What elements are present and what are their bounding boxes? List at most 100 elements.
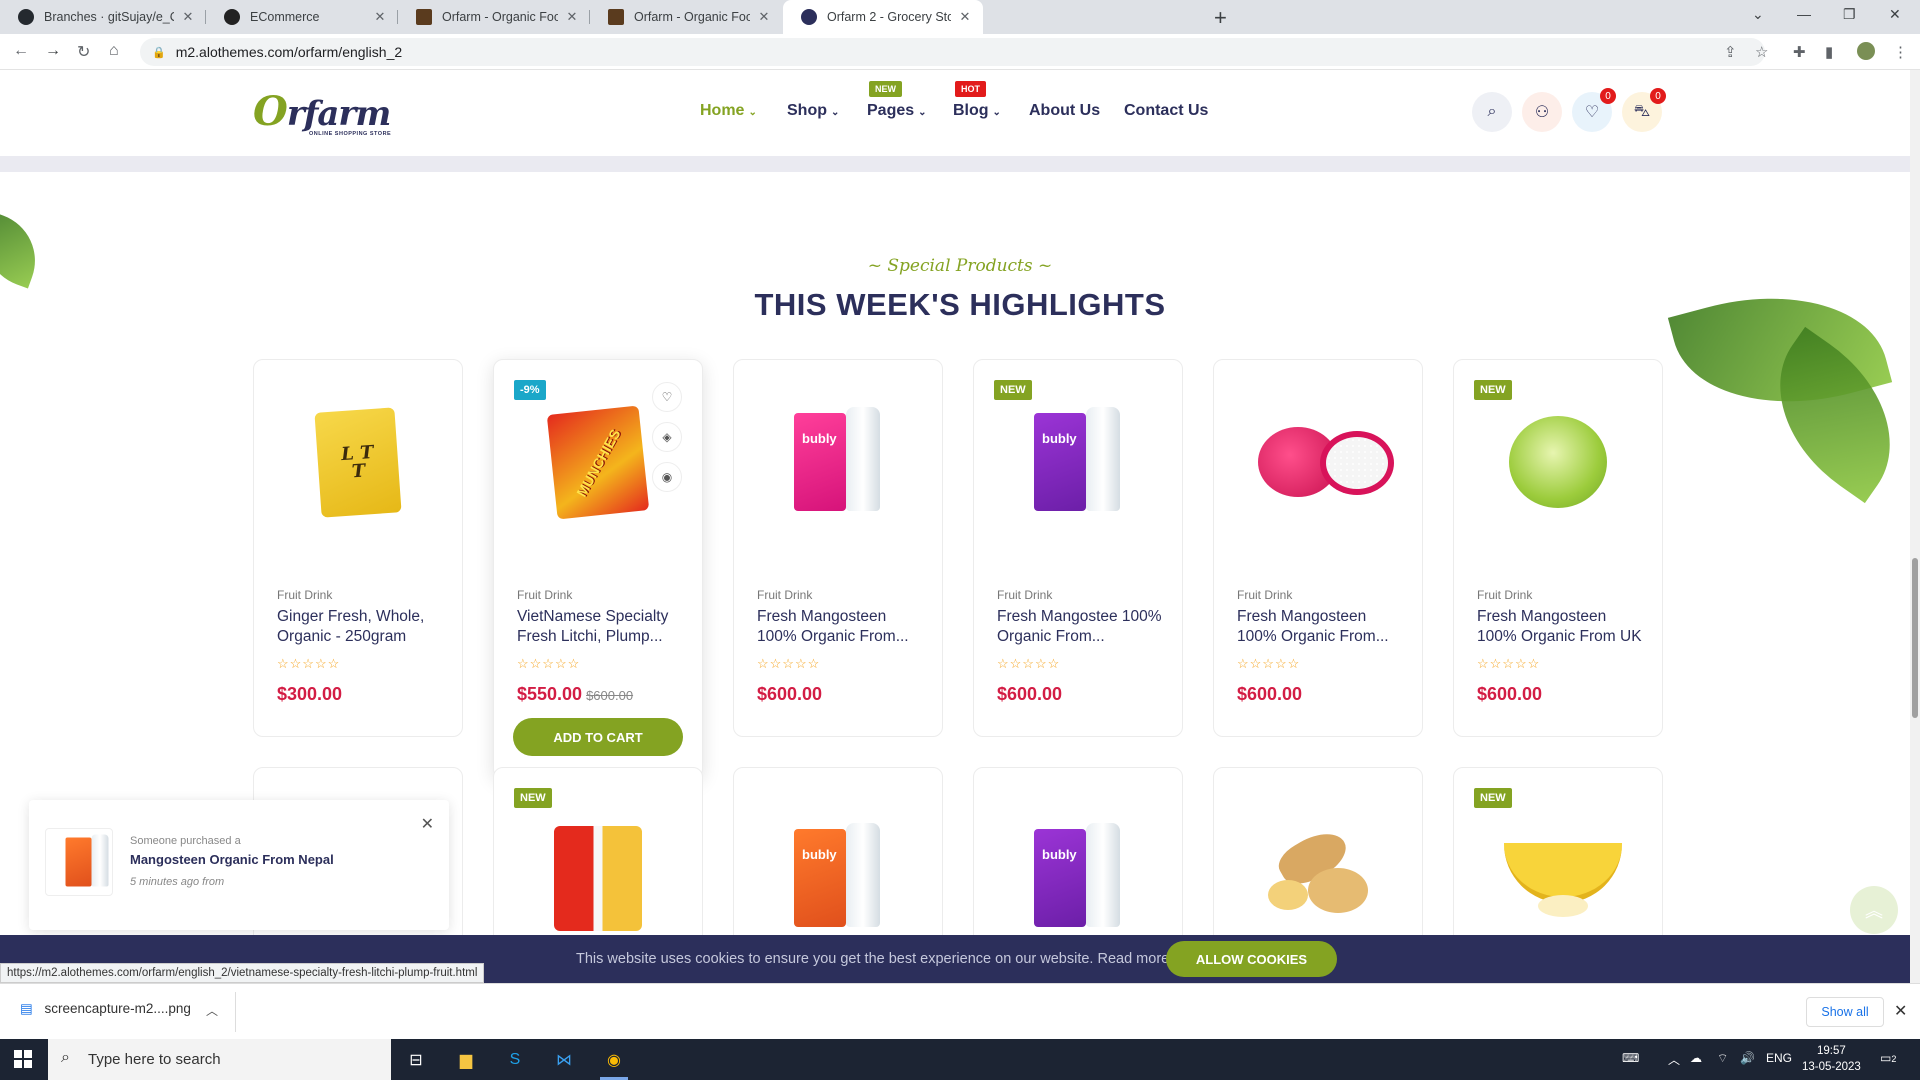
keyboard-icon[interactable]: ⌨ <box>1622 1051 1639 1065</box>
forward-icon[interactable]: → <box>45 42 61 60</box>
scroll-to-top-button[interactable]: ︽ <box>1850 886 1898 934</box>
reload-icon[interactable]: ↻ <box>77 42 90 62</box>
volume-icon[interactable]: 🔊 <box>1740 1051 1755 1065</box>
side-panel-icon[interactable]: ▮ <box>1825 43 1833 61</box>
logo-letter: O <box>253 88 288 135</box>
drink-box-orange-icon[interactable]: bubly <box>778 818 898 938</box>
add-to-cart-button[interactable]: ADD TO CART <box>513 718 683 756</box>
product-name[interactable]: Fresh Mangostee 100% Organic From... <box>997 607 1167 647</box>
scrollbar-thumb[interactable] <box>1912 558 1918 718</box>
product-name[interactable]: Ginger Fresh, Whole, Organic - 250gram <box>277 607 447 647</box>
close-icon[interactable]: ✕ <box>372 9 388 25</box>
product-name[interactable]: Fresh Mangosteen 100% Organic From... <box>1237 607 1407 647</box>
show-all-button[interactable]: Show all <box>1806 997 1884 1027</box>
wishlist-button[interactable]: ♡ 0 <box>1572 88 1616 132</box>
quick-view-eye-icon[interactable]: ◉ <box>652 462 682 492</box>
product-name[interactable]: VietNamese Specialty Fresh Litchi, Plump… <box>517 607 687 647</box>
browser-tab-4[interactable]: Orfarm - Organic Food Magento ✕ <box>590 0 782 34</box>
product-name[interactable]: Fresh Mangosteen 100% Organic From UK <box>1477 607 1647 647</box>
nav-label: Contact Us <box>1124 102 1209 119</box>
site-logo[interactable]: Orfarm ONLINE SHOPPING STORE <box>253 88 391 137</box>
browser-menu-icon[interactable]: ⋮ <box>1893 43 1908 61</box>
new-tab-button[interactable]: + <box>1214 5 1227 31</box>
dragon-fruit-icon[interactable] <box>1258 402 1394 522</box>
bookmark-star-icon[interactable]: ☆ <box>1755 43 1768 61</box>
chrome-icon[interactable]: ◉ <box>594 1045 634 1080</box>
divider <box>235 992 236 1032</box>
skype-icon[interactable]: S <box>495 1045 535 1075</box>
tab-search-icon[interactable]: ⌄ <box>1752 6 1764 23</box>
drink-box-purple-icon[interactable]: bubly <box>1018 818 1138 938</box>
product-card[interactable]: Fruit Drink Fresh Mangosteen 100% Organi… <box>1213 359 1423 737</box>
back-icon[interactable]: ← <box>13 42 29 60</box>
windows-start-icon[interactable] <box>14 1050 32 1068</box>
nav-about-us[interactable]: About Us <box>1029 102 1100 120</box>
close-icon[interactable]: ✕ <box>421 814 434 834</box>
popup-product-name[interactable]: Mangosteen Organic From Nepal <box>130 852 334 867</box>
cart-button[interactable]: ⛍ 0 <box>1622 88 1666 132</box>
account-button[interactable]: ⚇ <box>1522 92 1562 132</box>
drink-box-pink-icon[interactable]: bubly <box>778 402 898 522</box>
popup-product-thumbnail[interactable] <box>45 828 113 896</box>
nav-blog[interactable]: HOT Blog ⌄ <box>953 81 1001 120</box>
ginger-icon[interactable] <box>1258 818 1378 938</box>
product-category: Fruit Drink <box>1477 588 1533 602</box>
clock[interactable]: 19:57 13-05-2023 <box>1802 1043 1861 1075</box>
discount-badge: -9% <box>514 380 546 400</box>
close-icon[interactable]: ✕ <box>180 9 196 25</box>
product-card[interactable]: L TT Fruit Drink Ginger Fresh, Whole, Or… <box>253 359 463 737</box>
close-icon[interactable]: ✕ <box>1894 1001 1907 1021</box>
chevron-up-icon[interactable]: ︿ <box>206 1002 218 1019</box>
download-item[interactable]: ▤ screencapture-m2....png <box>20 1001 191 1017</box>
language-indicator[interactable]: ENG <box>1766 1051 1792 1065</box>
page-scrollbar[interactable] <box>1910 70 1920 983</box>
search-button[interactable]: ⌕ <box>1472 92 1512 132</box>
extensions-icon[interactable]: ✚ <box>1793 43 1806 61</box>
task-view-icon[interactable]: ⊟ <box>396 1045 436 1075</box>
banana-icon[interactable] <box>1498 818 1622 938</box>
allow-cookies-button[interactable]: ALLOW COOKIES <box>1166 941 1337 977</box>
product-card[interactable]: NEW bubly Fruit Drink Fresh Mangostee 10… <box>973 359 1183 737</box>
candy-bag-icon[interactable]: L TT <box>298 402 418 522</box>
restore-button[interactable]: ❐ <box>1843 6 1856 23</box>
nav-label: Shop <box>787 102 827 119</box>
product-card-hovered[interactable]: -9% MUNCHIES ♡ ◈ ◉ Fruit Drink VietNames… <box>493 359 703 779</box>
chips-back-icon[interactable] <box>538 818 658 938</box>
drink-box-purple-icon[interactable]: bubly <box>1018 402 1138 522</box>
chips-bag-icon[interactable]: MUNCHIES <box>538 402 658 522</box>
cabbage-icon[interactable] <box>1498 402 1618 522</box>
close-icon[interactable]: ✕ <box>564 9 580 25</box>
compare-layers-icon[interactable]: ◈ <box>652 422 682 452</box>
chevron-up-icon[interactable]: ︿ <box>1668 1051 1680 1068</box>
nav-contact-us[interactable]: Contact Us <box>1124 102 1208 120</box>
close-icon[interactable]: ✕ <box>756 9 772 25</box>
taskbar-search-field[interactable]: ⌕ Type here to search <box>48 1039 391 1080</box>
tab-title: Orfarm 2 - Grocery Store and Fo <box>827 10 951 24</box>
product-card[interactable]: bubly Fruit Drink Fresh Mangosteen 100% … <box>733 359 943 737</box>
url-field[interactable]: 🔒 m2.alothemes.com/orfarm/english_2 <box>140 38 1765 66</box>
vscode-icon[interactable]: ⋈ <box>544 1045 584 1075</box>
profile-avatar[interactable] <box>1857 42 1875 60</box>
share-icon[interactable]: ⇪ <box>1724 43 1737 61</box>
section-title: THIS WEEK'S HIGHLIGHTS <box>754 287 1166 322</box>
link-status-url: https://m2.alothemes.com/orfarm/english_… <box>0 963 485 983</box>
notifications-icon[interactable]: ▭2 <box>1880 1051 1896 1065</box>
product-card[interactable]: NEW Fruit Drink Fresh Mangosteen 100% Or… <box>1453 359 1663 737</box>
onedrive-cloud-icon[interactable]: ☁ <box>1690 1051 1702 1065</box>
product-name[interactable]: Fresh Mangosteen 100% Organic From... <box>757 607 927 647</box>
nav-pages[interactable]: NEW Pages ⌄ <box>867 81 927 120</box>
close-window-button[interactable]: ✕ <box>1889 6 1901 23</box>
close-icon[interactable]: ✕ <box>957 9 973 25</box>
wishlist-heart-icon[interactable]: ♡ <box>652 382 682 412</box>
minimize-button[interactable]: — <box>1797 6 1811 22</box>
wifi-icon[interactable]: ⌔ <box>1717 1051 1728 1066</box>
browser-tab-1[interactable]: Branches · gitSujay/e_Commerce ✕ <box>0 0 206 34</box>
browser-tab-5-active[interactable]: Orfarm 2 - Grocery Store and Fo ✕ <box>783 0 983 34</box>
nav-label: Blog <box>953 102 989 119</box>
file-explorer-icon[interactable]: ▆ <box>446 1045 486 1075</box>
nav-shop[interactable]: Shop ⌄ <box>787 102 839 120</box>
home-icon[interactable]: ⌂ <box>109 42 119 60</box>
browser-tab-3[interactable]: Orfarm - Organic Food Magento ✕ <box>398 0 590 34</box>
browser-tab-2[interactable]: ECommerce ✕ <box>206 0 398 34</box>
nav-home[interactable]: Home ⌄ <box>700 102 757 120</box>
